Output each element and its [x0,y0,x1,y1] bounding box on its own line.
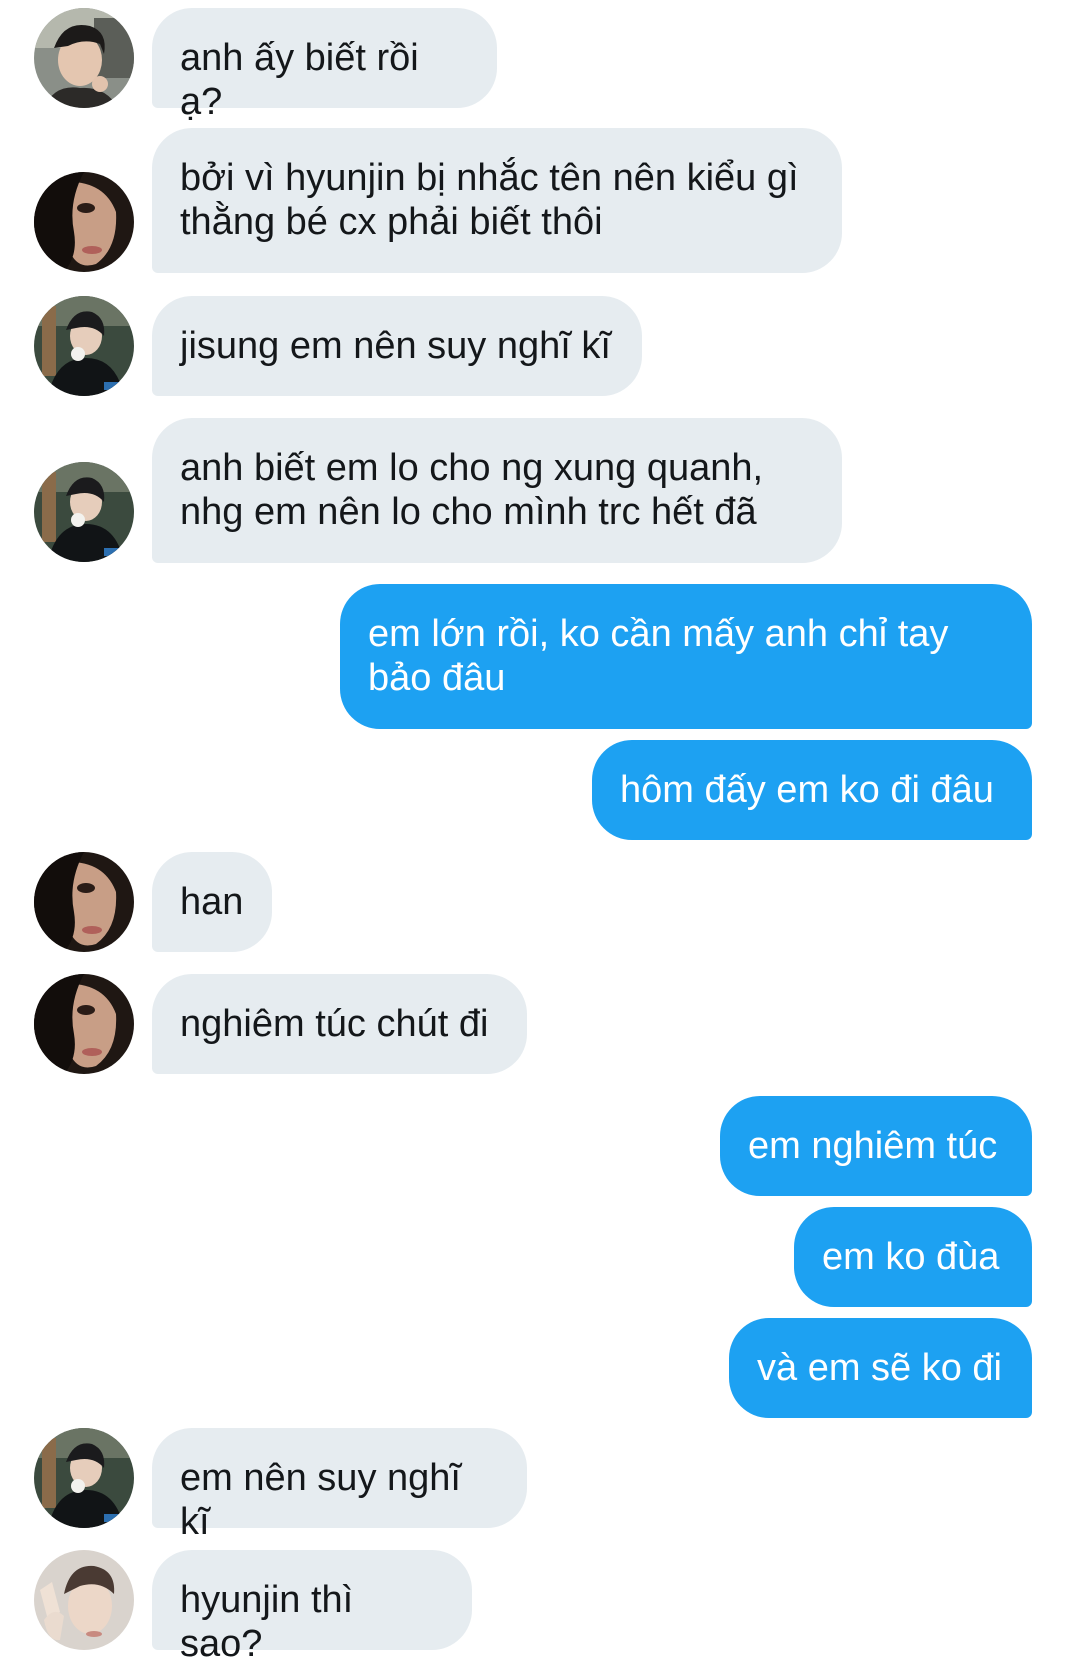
message-bubble[interactable]: anh biết em lo cho ng xung quanh, nhg em… [152,418,842,563]
avatar-photo-icon [34,296,134,396]
avatar-icon[interactable] [34,462,134,562]
avatar-icon[interactable] [34,1550,134,1650]
message-bubble[interactable]: em ko đùa [794,1207,1032,1307]
avatar-photo-icon [34,974,134,1074]
avatar-photo-icon [34,462,134,562]
message-bubble[interactable]: anh ấy biết rồi ạ? [152,8,497,123]
message-bubble[interactable]: nghiêm túc chút đi [152,974,527,1074]
message-bubble[interactable]: và em sẽ ko đi [729,1318,1032,1418]
message-bubble[interactable]: han [152,852,272,952]
avatar-icon[interactable] [34,974,134,1074]
avatar-icon[interactable] [34,8,134,108]
avatar-photo-icon [34,172,134,272]
message-bubble[interactable]: hôm đấy em ko đi đâu [592,740,1032,840]
avatar-photo-icon [34,1428,134,1528]
conversation-thread: anh ấy biết rồi ạ? bởi vì hyunjin bị nhắ… [0,0,1080,1678]
message-bubble[interactable]: bởi vì hyunjin bị nhắc tên nên kiểu gì t… [152,128,842,273]
message-bubble[interactable]: em nghiêm túc [720,1096,1032,1196]
avatar-icon[interactable] [34,852,134,952]
message-bubble[interactable]: em nên suy nghĩ kĩ [152,1428,527,1543]
avatar-icon[interactable] [34,296,134,396]
message-bubble[interactable]: jisung em nên suy nghĩ kĩ [152,296,642,396]
avatar-photo-icon [34,852,134,952]
message-bubble[interactable]: em lớn rồi, ko cần mấy anh chỉ tay bảo đ… [340,584,1032,729]
avatar-icon[interactable] [34,172,134,272]
avatar-photo-icon [34,1550,134,1650]
message-bubble[interactable]: hyunjin thì sao? [152,1550,472,1665]
avatar-icon[interactable] [34,1428,134,1528]
avatar-photo-icon [34,8,134,108]
